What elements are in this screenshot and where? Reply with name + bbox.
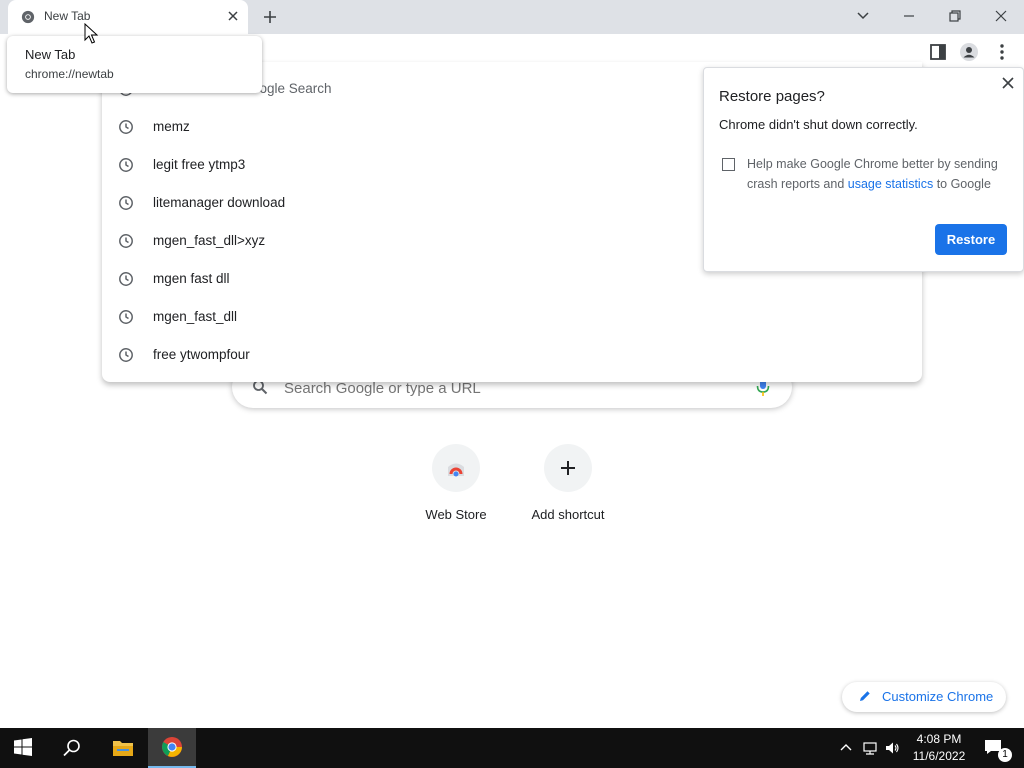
- shortcut-label: Web Store: [425, 507, 487, 522]
- checkbox-label: Help make Google Chrome better by sendin…: [747, 157, 998, 171]
- crash-report-checkbox[interactable]: [722, 158, 735, 171]
- suggestion-text: mgen_fast_dll>xyz: [153, 233, 266, 248]
- tab-title: New Tab: [44, 9, 91, 23]
- side-panel-icon[interactable]: [928, 42, 948, 62]
- taskbar-date[interactable]: 11/6/2022: [905, 749, 973, 763]
- shortcut-label: Add shortcut: [531, 507, 605, 522]
- title-bar: New Tab: [0, 0, 1024, 34]
- folder-icon: [113, 741, 133, 756]
- suggestion-text: memz: [153, 119, 190, 134]
- checkbox-label-line2: crash reports and usage statistics to Go…: [747, 177, 991, 191]
- web-store-icon: [448, 463, 464, 477]
- hover-card-title: New Tab: [25, 47, 76, 62]
- customize-label: Customize Chrome: [882, 689, 994, 704]
- suggestion-text: mgen_fast_dll: [153, 309, 238, 324]
- dialog-message: Chrome didn't shut down correctly.: [719, 117, 918, 132]
- tab-hover-card: New Tab chrome://newtab: [7, 36, 262, 93]
- suggestion-text: oogle Search: [252, 81, 332, 96]
- close-icon[interactable]: [1000, 75, 1016, 91]
- action-center-button[interactable]: 1: [978, 728, 1018, 768]
- taskbar-time[interactable]: 4:08 PM: [905, 732, 973, 746]
- add-shortcut-button[interactable]: Add shortcut: [512, 440, 624, 540]
- checkbox-label-suffix: to Google: [933, 177, 991, 191]
- mouse-cursor-icon: [84, 23, 98, 44]
- start-button[interactable]: [0, 728, 48, 768]
- suggestion-item[interactable]: free ytwompfour: [102, 336, 922, 374]
- clock-icon: [119, 158, 133, 172]
- clock-icon: [119, 272, 133, 286]
- restore-pages-dialog: Restore pages? Chrome didn't shut down c…: [703, 67, 1024, 272]
- suggestion-text: mgen fast dll: [153, 271, 230, 286]
- suggestion-text: litemanager download: [153, 195, 286, 210]
- pencil-icon: [860, 691, 870, 701]
- customize-chrome-button[interactable]: Customize Chrome: [842, 682, 1006, 712]
- taskbar: 4:08 PM 11/6/2022 1: [0, 728, 1024, 768]
- minimize-icon[interactable]: [898, 6, 920, 26]
- suggestion-text: legit free ytmp3: [153, 157, 246, 172]
- new-tab-plus-icon[interactable]: [260, 7, 280, 27]
- chrome-logo-icon: [162, 737, 182, 757]
- profile-icon[interactable]: [959, 42, 979, 62]
- clock-icon: [119, 348, 133, 362]
- shortcut-tile: [432, 444, 480, 492]
- hover-card-url: chrome://newtab: [25, 67, 114, 81]
- close-window-icon[interactable]: [990, 6, 1012, 26]
- search-icon: [63, 739, 80, 757]
- more-menu-icon[interactable]: [992, 42, 1012, 62]
- shortcut-web-store[interactable]: Web Store: [400, 440, 512, 540]
- usage-statistics-link[interactable]: usage statistics: [848, 177, 933, 191]
- chevron-up-icon[interactable]: [838, 740, 854, 756]
- shortcut-tile: [544, 444, 592, 492]
- chrome-taskbar-button[interactable]: [148, 728, 196, 768]
- checkbox-label-prefix: crash reports and: [747, 177, 848, 191]
- suggestion-item[interactable]: mgen_fast_dll: [102, 298, 922, 336]
- tab-new-tab[interactable]: New Tab: [8, 0, 248, 34]
- volume-icon[interactable]: [884, 740, 900, 756]
- restore-button[interactable]: Restore: [935, 224, 1007, 255]
- dialog-title: Restore pages?: [719, 88, 825, 105]
- chrome-favicon-icon: [21, 10, 35, 24]
- taskbar-search-button[interactable]: [48, 728, 96, 768]
- plus-icon: [561, 461, 575, 475]
- file-explorer-button[interactable]: [98, 728, 146, 768]
- notification-count-badge: 1: [998, 748, 1012, 762]
- restore-window-icon[interactable]: [944, 6, 966, 26]
- suggestion-text: free ytwompfour: [153, 347, 250, 362]
- clock-icon: [119, 196, 133, 210]
- clock-icon: [119, 310, 133, 324]
- chevron-down-icon[interactable]: [852, 6, 874, 26]
- clock-icon: [119, 120, 133, 134]
- network-icon[interactable]: [862, 740, 878, 756]
- close-tab-icon[interactable]: [224, 7, 242, 25]
- windows-logo-icon: [14, 738, 32, 756]
- clock-icon: [119, 234, 133, 248]
